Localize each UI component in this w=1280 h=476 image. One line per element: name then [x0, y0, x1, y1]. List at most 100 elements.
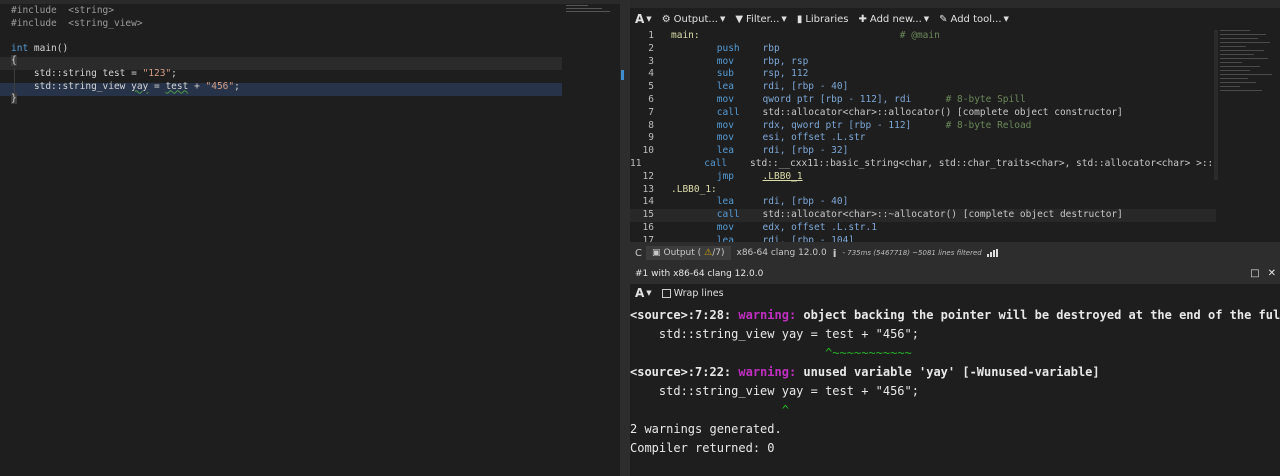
assembly-row[interactable]: 17 lea rdi, [rbp - 104]	[630, 235, 1216, 242]
assembly-row[interactable]: 16 mov edx, offset .L.str.1	[630, 222, 1216, 235]
assembly-minimap[interactable]	[1220, 30, 1276, 180]
assembly-text: push rbp	[654, 43, 780, 56]
assembly-text: jmp .LBB0_1	[654, 171, 803, 184]
code-line[interactable]: #include <string_view>	[11, 18, 240, 31]
code-token: int	[11, 42, 29, 54]
line-number: 1	[648, 30, 654, 41]
output-pane-title: #1 with x86-64 clang 12.0.0	[635, 269, 764, 279]
output-font-size-button[interactable]: A ▼	[630, 282, 657, 304]
filter-label: Filter...	[746, 13, 780, 25]
libraries-label: Libraries	[805, 13, 849, 25]
wrap-lines-checkbox[interactable]	[661, 288, 671, 298]
assembly-row[interactable]: 6 mov qword ptr [rbp - 112], rdi # 8-byt…	[630, 94, 1216, 107]
assembly-row[interactable]: 2 push rbp	[630, 43, 1216, 56]
code-token: rbp, rsp	[762, 55, 809, 67]
add-new-button[interactable]: ✚ Add new... ▼	[854, 8, 935, 30]
code-line[interactable]: {	[11, 55, 240, 68]
assembly-row[interactable]: 5 lea rdi, [rbp - 40]	[630, 81, 1216, 94]
code-token: std::allocator<char>::allocator() [compl…	[762, 106, 1123, 118]
assembly-row[interactable]: 10 lea rdi, [rbp - 32]	[630, 145, 1216, 158]
warning-count: /7)	[712, 248, 725, 258]
assembly-row[interactable]: 9 mov esi, offset .L.str	[630, 132, 1216, 145]
code-token: std::string_view	[11, 80, 132, 92]
pane-splitter[interactable]	[620, 0, 630, 476]
assembly-text: call std::allocator<char>::allocator() […	[654, 107, 1123, 120]
output-options-button[interactable]: ⚙ Output... ▼	[657, 8, 731, 30]
assembly-text: mov rdx, qword ptr [rbp - 112] # 8-byte …	[654, 119, 1032, 133]
assembly-row[interactable]: 3 mov rbp, rsp	[630, 56, 1216, 69]
assembly-row[interactable]: 11 call std::__cxx11::basic_string<char,…	[630, 158, 1216, 171]
code-line[interactable]: std::string_view yay = test + "456";	[11, 81, 240, 94]
chevron-down-icon: ▼	[646, 289, 652, 297]
editor-minimap[interactable]	[566, 5, 616, 19]
code-token: =	[148, 80, 166, 92]
assembly-row[interactable]: 7 call std::allocator<char>::allocator()…	[630, 107, 1216, 120]
code-line[interactable]: }	[11, 93, 240, 106]
assembly-row[interactable]: 14 lea rdi, [rbp - 40]	[630, 196, 1216, 209]
wrap-lines-toggle[interactable]: Wrap lines	[657, 282, 729, 304]
libraries-button[interactable]: ▮ Libraries	[792, 8, 854, 30]
assembly-text: lea rdi, [rbp - 40]	[654, 81, 849, 94]
source-editor[interactable]: #include <string> #include <string_view> …	[0, 0, 620, 476]
source-code[interactable]: #include <string> #include <string_view> …	[11, 5, 240, 106]
code-token: ;	[234, 80, 240, 92]
code-token: ;	[171, 67, 177, 79]
assembly-text: mov rbp, rsp	[654, 55, 809, 69]
code-token: # 8-byte Reload	[945, 119, 1032, 131]
font-size-button[interactable]: A ▼	[630, 8, 657, 30]
assembly-row[interactable]: 15 call std::allocator<char>::~allocator…	[630, 209, 1216, 222]
maximize-icon[interactable]: □	[1250, 268, 1259, 279]
code-token: rdi, [rbp - 40]	[762, 81, 849, 93]
code-token: std::string test =	[11, 67, 143, 79]
assembly-row[interactable]: 13 .LBB0_1:	[630, 184, 1216, 197]
line-number: 4	[648, 68, 654, 80]
output-line: std::string_view yay = test + "456";	[630, 325, 1280, 344]
compiler-status-bar: C ▣ Output ( ⚠ /7) x86-64 clang 12.0.0 i…	[630, 242, 1280, 264]
output-button[interactable]: ▣ Output ( ⚠ /7)	[645, 246, 731, 260]
chevron-down-icon: ▼	[781, 15, 787, 23]
assembly-row[interactable]: 12 jmp .LBB0_1	[630, 171, 1216, 184]
info-icon[interactable]: i	[833, 247, 837, 260]
filter-button[interactable]: ▼ Filter... ▼	[730, 8, 791, 30]
code-token: rdi, [rbp - 40]	[762, 196, 849, 208]
code-token: lea	[716, 81, 734, 93]
chevron-down-icon: ▼	[719, 15, 726, 23]
output-line: <source>:7:22: warning: unused variable …	[630, 363, 1280, 382]
code-token: mov	[716, 132, 734, 144]
terminal-icon[interactable]: C	[635, 248, 642, 259]
code-line[interactable]: int main()	[11, 43, 240, 56]
code-token: rdi, [rbp - 32]	[762, 145, 849, 157]
code-token: ^	[781, 403, 789, 417]
assembly-view[interactable]: 1 main: # @main 2 push rbp 3 mov rbp, rsp 4 …	[630, 30, 1216, 242]
code-token: call	[716, 209, 740, 221]
code-line[interactable]	[11, 30, 240, 43]
assembly-row[interactable]: 8 mov rdx, qword ptr [rbp - 112] # 8-byt…	[630, 120, 1216, 133]
assembly-row[interactable]: 4 sub rsp, 112	[630, 68, 1216, 81]
output-line: ^~~~~~~~~~~~	[630, 344, 1280, 363]
assembly-text: main: # @main	[654, 30, 940, 43]
assembly-text: mov edx, offset .L.str.1	[654, 222, 877, 235]
close-icon[interactable]: ✕	[1268, 268, 1276, 279]
chevron-down-icon: ▼	[646, 15, 652, 23]
code-token: # 8-byte Spill	[945, 93, 1026, 105]
add-tool-button[interactable]: ✎ Add tool... ▼	[934, 8, 1014, 30]
assembly-row[interactable]: 1 main: # @main	[630, 30, 1216, 43]
line-number: 10	[642, 145, 654, 157]
wrench-icon: ✎	[939, 13, 948, 25]
code-line[interactable]: std::string test = "123";	[11, 68, 240, 81]
code-line[interactable]: #include <string>	[11, 5, 240, 18]
assembly-scrollbar[interactable]	[1214, 30, 1218, 180]
